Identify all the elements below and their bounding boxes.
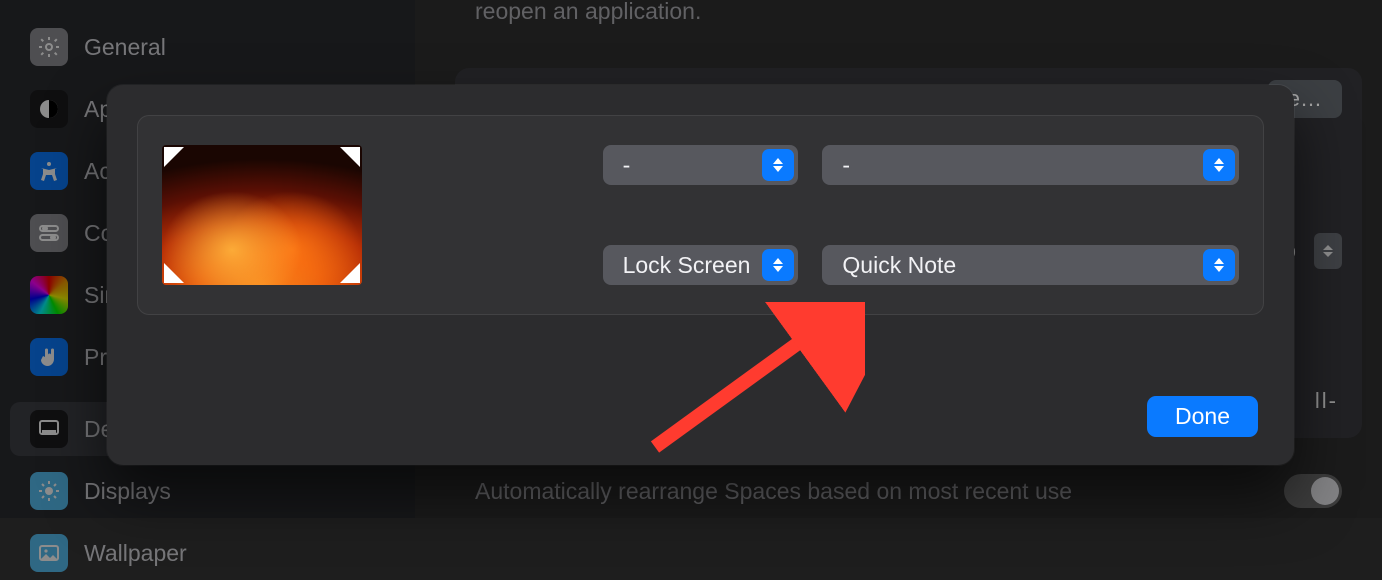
done-label: Done bbox=[1175, 403, 1230, 429]
popup-value: - bbox=[842, 152, 850, 179]
corner-indicator-br-icon bbox=[340, 263, 360, 283]
popup-value: Lock Screen bbox=[623, 252, 751, 279]
popup-arrows-icon bbox=[1203, 149, 1235, 181]
screen-thumbnail bbox=[162, 145, 362, 285]
corner-indicator-bl-icon bbox=[164, 263, 184, 283]
wallpaper-preview bbox=[162, 145, 362, 285]
reopen-hint-text: reopen an application. bbox=[475, 0, 701, 25]
corner-indicator-tr-icon bbox=[340, 147, 360, 167]
desktop-dock-icon bbox=[30, 410, 68, 448]
popup-arrows-icon bbox=[1203, 249, 1235, 281]
hot-corners-grid: - - Lock Screen Quick Note bbox=[137, 115, 1264, 315]
hot-corner-bottom-left-select[interactable]: Lock Screen bbox=[603, 245, 799, 285]
wallpaper-icon bbox=[30, 534, 68, 572]
sidebar-item-general[interactable]: General bbox=[10, 20, 405, 74]
hot-corner-top-right-select[interactable]: - bbox=[822, 145, 1239, 185]
appearance-icon bbox=[30, 90, 68, 128]
sidebar-label: Displays bbox=[84, 478, 171, 505]
gear-icon bbox=[30, 28, 68, 66]
corner-indicator-tl-icon bbox=[164, 147, 184, 167]
siri-icon bbox=[30, 276, 68, 314]
accessibility-icon bbox=[30, 152, 68, 190]
done-button[interactable]: Done bbox=[1147, 396, 1258, 437]
popup-arrows-icon bbox=[762, 249, 794, 281]
hot-corners-dialog: - - Lock Screen Quick Note Done bbox=[107, 85, 1294, 465]
sidebar-label: General bbox=[84, 34, 166, 61]
control-center-icon bbox=[30, 214, 68, 252]
truncated-text-ll: ll- bbox=[1315, 388, 1338, 414]
hot-corner-bottom-right-select[interactable]: Quick Note bbox=[822, 245, 1239, 285]
auto-rearrange-label: Automatically rearrange Spaces based on … bbox=[475, 478, 1072, 505]
auto-rearrange-toggle[interactable] bbox=[1284, 474, 1342, 508]
sidebar-label: Wallpaper bbox=[84, 540, 187, 567]
popup-value: - bbox=[623, 152, 631, 179]
popup-value: Quick Note bbox=[842, 252, 956, 279]
hand-icon bbox=[30, 338, 68, 376]
sidebar-item-displays[interactable]: Displays bbox=[10, 464, 405, 518]
hot-corner-top-left-select[interactable]: - bbox=[603, 145, 799, 185]
displays-icon bbox=[30, 472, 68, 510]
stepper-icon[interactable] bbox=[1314, 233, 1342, 269]
popup-arrows-icon bbox=[762, 149, 794, 181]
sidebar-item-wallpaper[interactable]: Wallpaper bbox=[10, 526, 405, 580]
